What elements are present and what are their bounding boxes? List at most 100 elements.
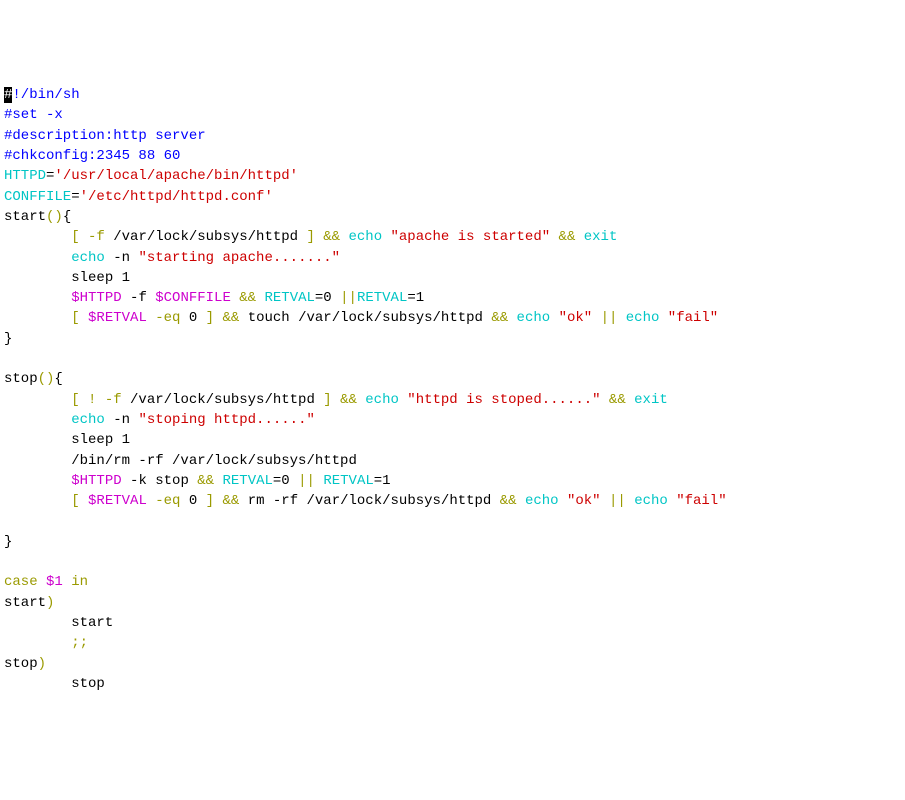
shell-script-code: #!/bin/sh #set -x #description:http server… bbox=[4, 85, 901, 694]
code-token: [ -f bbox=[71, 229, 113, 245]
code-token: '/usr/local/apache/bin/httpd' bbox=[54, 168, 298, 184]
code-line: sleep 1 bbox=[4, 430, 901, 450]
code-token: "apache is started" bbox=[391, 229, 551, 245]
code-token: "starting apache......." bbox=[138, 250, 340, 266]
code-token: rm -rf /var/lock/subsys/httpd bbox=[248, 493, 500, 509]
code-token: #chkconfig:2345 88 60 bbox=[4, 148, 180, 164]
code-token bbox=[4, 229, 71, 245]
code-line: start bbox=[4, 613, 901, 633]
code-token: } bbox=[4, 331, 12, 347]
code-line: echo -n "starting apache......." bbox=[4, 248, 901, 268]
code-token: echo bbox=[517, 310, 559, 326]
code-line: #description:http server bbox=[4, 126, 901, 146]
code-token: ) bbox=[46, 595, 54, 611]
code-token: && bbox=[500, 493, 525, 509]
code-token: || bbox=[592, 310, 626, 326]
code-token: "httpd is stoped......" bbox=[407, 392, 600, 408]
code-token: echo bbox=[525, 493, 567, 509]
code-token: echo bbox=[71, 250, 105, 266]
code-token bbox=[4, 473, 71, 489]
code-token: $1 bbox=[46, 574, 63, 590]
code-token: /var/lock/subsys/httpd bbox=[113, 229, 306, 245]
code-line: } bbox=[4, 532, 901, 552]
code-token: /var/lock/subsys/httpd bbox=[130, 392, 323, 408]
code-token: [ bbox=[71, 310, 88, 326]
code-token: stop bbox=[4, 676, 105, 692]
code-token: $RETVAL bbox=[88, 310, 147, 326]
code-token: -eq bbox=[147, 493, 189, 509]
code-token: && bbox=[550, 229, 584, 245]
code-token: -n bbox=[105, 250, 139, 266]
code-token: -f bbox=[122, 290, 156, 306]
code-token: ;; bbox=[71, 635, 88, 651]
code-token: ] && bbox=[206, 310, 248, 326]
code-token: /bin/rm -rf /var/lock/subsys/httpd bbox=[4, 453, 357, 469]
code-token: HTTPD bbox=[4, 168, 46, 184]
code-token bbox=[4, 493, 71, 509]
code-token: ) bbox=[38, 656, 46, 672]
code-token: RETVAL bbox=[323, 473, 373, 489]
code-line bbox=[4, 511, 901, 531]
code-token: stop bbox=[4, 656, 38, 672]
code-line: echo -n "stoping httpd......" bbox=[4, 410, 901, 430]
code-line: ;; bbox=[4, 633, 901, 653]
code-token: } bbox=[4, 534, 12, 550]
code-token: [ bbox=[71, 493, 88, 509]
code-line: HTTPD='/usr/local/apache/bin/httpd' bbox=[4, 166, 901, 186]
code-token: touch /var/lock/subsys/httpd bbox=[248, 310, 492, 326]
code-token: RETVAL bbox=[264, 290, 314, 306]
code-line: $HTTPD -f $CONFFILE && RETVAL=0 ||RETVAL… bbox=[4, 288, 901, 308]
code-token: "fail" bbox=[668, 310, 718, 326]
code-line: CONFFILE='/etc/httpd/httpd.conf' bbox=[4, 187, 901, 207]
code-token: = bbox=[71, 189, 79, 205]
code-token: sleep 1 bbox=[4, 270, 130, 286]
code-token bbox=[4, 290, 71, 306]
code-token: echo bbox=[634, 493, 676, 509]
code-line: start(){ bbox=[4, 207, 901, 227]
code-token: $RETVAL bbox=[88, 493, 147, 509]
code-token: "stoping httpd......" bbox=[138, 412, 314, 428]
code-token: echo bbox=[365, 392, 407, 408]
code-token: exit bbox=[584, 229, 618, 245]
code-token: || bbox=[340, 290, 357, 306]
code-token: echo bbox=[626, 310, 668, 326]
code-token: -k stop bbox=[122, 473, 198, 489]
code-line: [ $RETVAL -eq 0 ] && touch /var/lock/sub… bbox=[4, 308, 901, 328]
code-token: case bbox=[4, 574, 46, 590]
code-token: -eq bbox=[147, 310, 189, 326]
code-token bbox=[4, 412, 71, 428]
code-line: stop bbox=[4, 674, 901, 694]
code-token: "ok" bbox=[567, 493, 601, 509]
code-token: 0 bbox=[189, 310, 206, 326]
code-line: #set -x bbox=[4, 105, 901, 125]
code-line: stop) bbox=[4, 654, 901, 674]
code-token: { bbox=[63, 209, 71, 225]
code-token: exit bbox=[634, 392, 668, 408]
code-token: && bbox=[491, 310, 516, 326]
code-token: && bbox=[197, 473, 222, 489]
code-token: && bbox=[601, 392, 635, 408]
code-token: echo bbox=[71, 412, 105, 428]
code-token: echo bbox=[348, 229, 390, 245]
code-line: case $1 in bbox=[4, 572, 901, 592]
code-token: start bbox=[4, 209, 46, 225]
code-line: } bbox=[4, 329, 901, 349]
code-line: /bin/rm -rf /var/lock/subsys/httpd bbox=[4, 451, 901, 471]
code-line: #!/bin/sh bbox=[4, 85, 901, 105]
code-token: () bbox=[46, 209, 63, 225]
code-line: [ ! -f /var/lock/subsys/httpd ] && echo … bbox=[4, 390, 901, 410]
code-token: ] && bbox=[306, 229, 348, 245]
code-token: '/etc/httpd/httpd.conf' bbox=[80, 189, 273, 205]
code-token bbox=[4, 392, 71, 408]
code-token: stop bbox=[4, 371, 38, 387]
code-line bbox=[4, 349, 901, 369]
code-line: $HTTPD -k stop && RETVAL=0 || RETVAL=1 bbox=[4, 471, 901, 491]
code-token: #set -x bbox=[4, 107, 63, 123]
code-token: $CONFFILE bbox=[155, 290, 231, 306]
code-line: start) bbox=[4, 593, 901, 613]
code-token: RETVAL bbox=[357, 290, 407, 306]
code-token: -n bbox=[105, 412, 139, 428]
code-token: ] && bbox=[206, 493, 248, 509]
code-token: start bbox=[4, 595, 46, 611]
code-token: "ok" bbox=[559, 310, 593, 326]
